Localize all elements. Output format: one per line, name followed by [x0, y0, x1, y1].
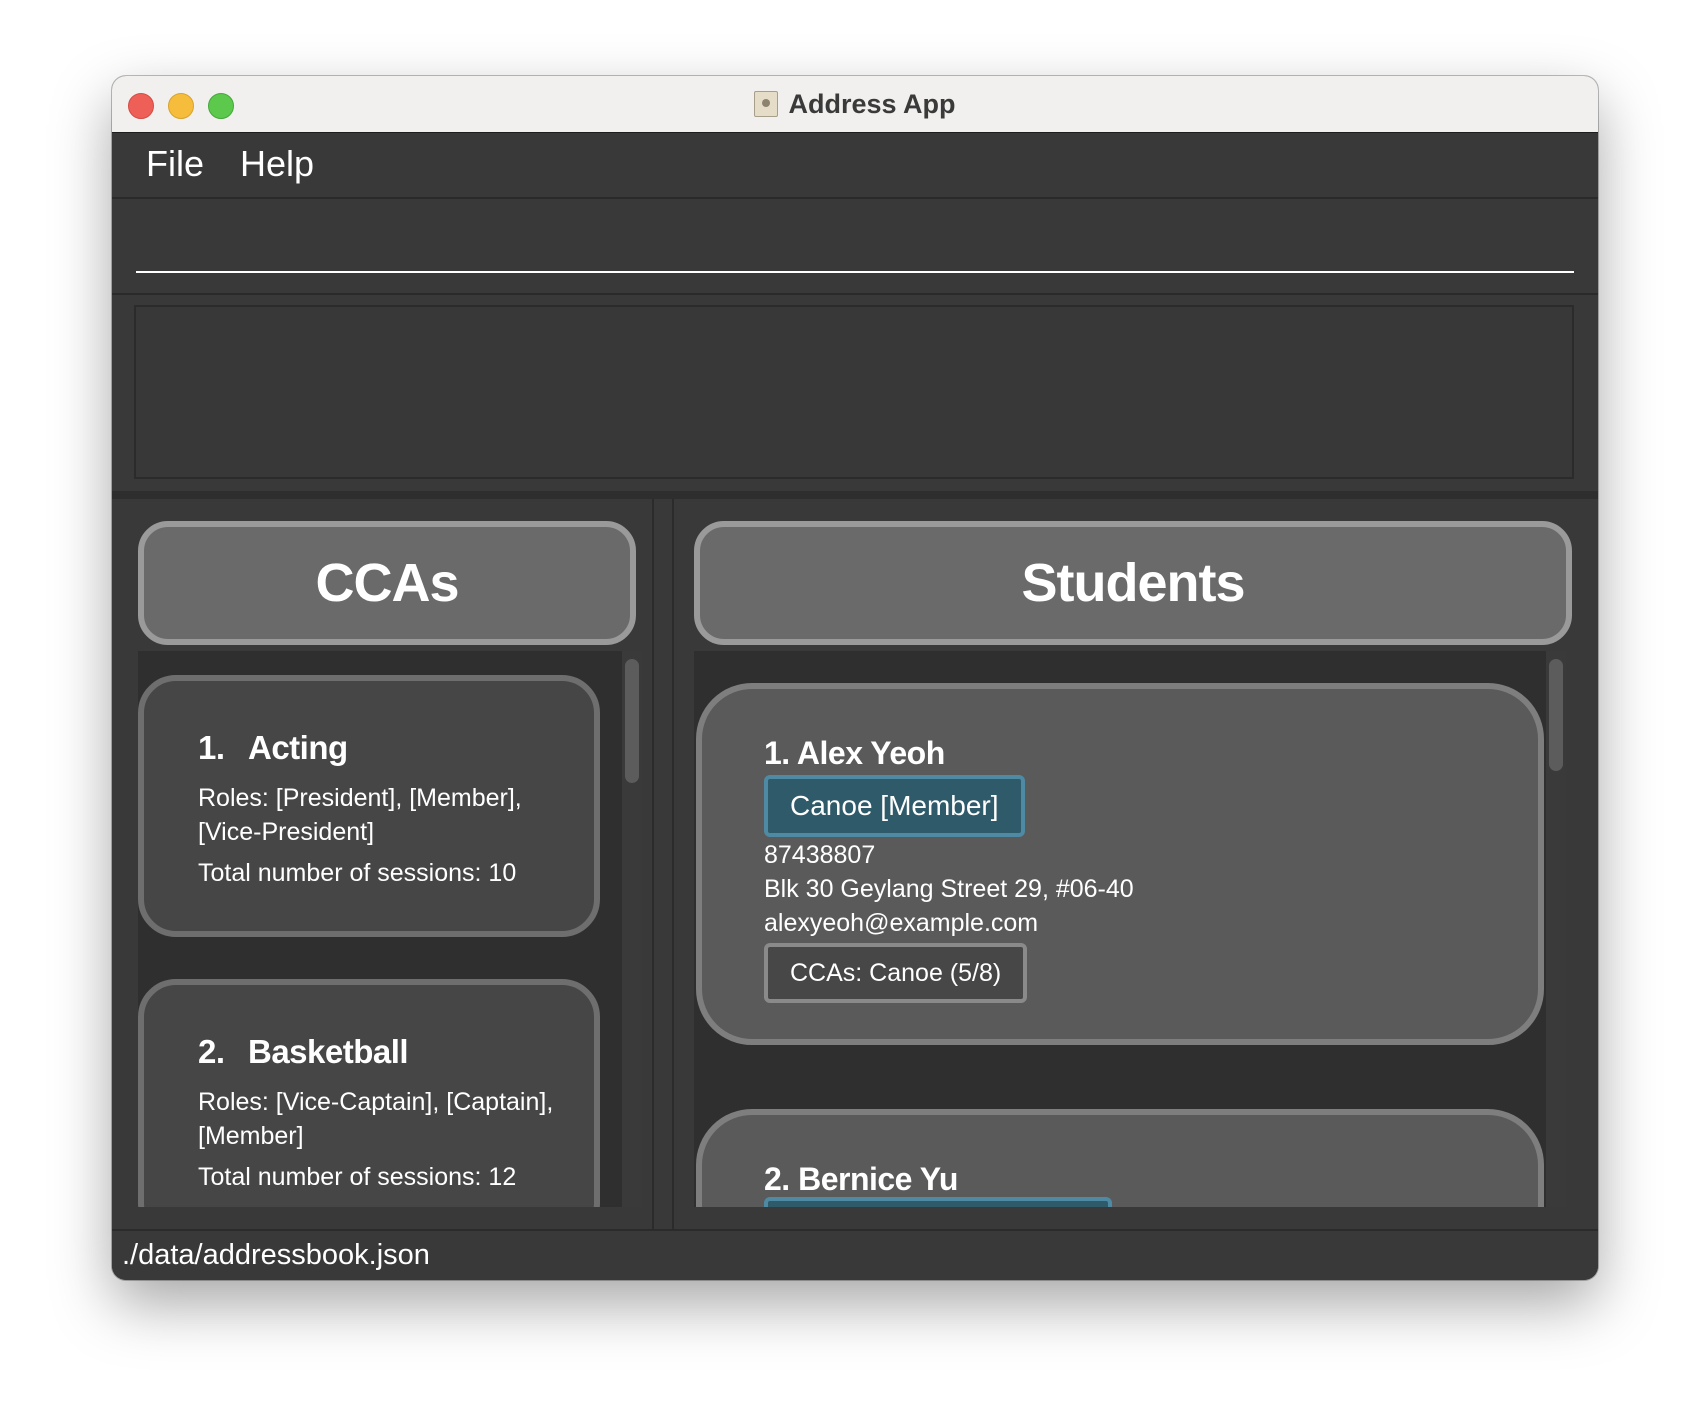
cca-index: 1. [198, 729, 225, 766]
cca-card[interactable]: 2. Basketball Roles: [Vice-Captain], [Cap… [138, 979, 600, 1207]
app-window: Address App File Help CCAs 1. Acting Role… [112, 76, 1598, 1280]
menu-help[interactable]: Help [240, 143, 314, 185]
role-tag: Canoe [Member] [764, 775, 1025, 837]
student-pane: Students 1. Alex Yeoh Canoe [Member] 874… [674, 499, 1594, 1229]
cca-sessions: Total number of sessions: 12 [198, 1163, 517, 1191]
command-input[interactable] [136, 213, 1574, 273]
student-scrollbar[interactable] [1546, 651, 1566, 1207]
cca-roles: Roles: [Vice-Captain], [Captain], [Membe… [198, 1088, 554, 1150]
split-pane-divider[interactable] [652, 499, 674, 1229]
cca-sessions: Total number of sessions: 10 [198, 859, 517, 887]
student-card[interactable]: 1. Alex Yeoh Canoe [Member] 87438807 Blk… [696, 683, 1544, 1045]
cca-title: 1. Acting [198, 729, 348, 767]
student-card[interactable]: 2. Bernice Yu [696, 1109, 1544, 1207]
attendance-tag: CCAs: Canoe (5/8) [764, 943, 1028, 1003]
cca-index: 2. [198, 1033, 225, 1070]
status-bar: ./data/addressbook.json [112, 1229, 1598, 1280]
cca-card[interactable]: 1. Acting Roles: [President], [Member], [… [138, 675, 600, 937]
student-list[interactable]: 1. Alex Yeoh Canoe [Member] 87438807 Blk… [694, 651, 1546, 1207]
section-divider [112, 491, 1598, 499]
cca-name: Basketball [248, 1033, 409, 1070]
result-display [134, 305, 1574, 479]
role-tag [764, 1197, 1112, 1207]
cca-list[interactable]: 1. Acting Roles: [President], [Member], [… [138, 651, 622, 1207]
student-email: alexyeoh@example.com [764, 909, 1039, 937]
cca-title: 2. Basketball [198, 1033, 409, 1071]
student-panel-header: Students [694, 521, 1572, 645]
address-book-icon [754, 91, 779, 117]
window-title: Address App [788, 88, 956, 119]
command-box [112, 199, 1598, 295]
cca-scrollbar[interactable] [622, 651, 642, 1207]
save-location: ./data/addressbook.json [122, 1239, 430, 1271]
cca-scroll-thumb[interactable] [625, 659, 639, 783]
cca-panel-header: CCAs [138, 521, 636, 645]
cca-pane: CCAs 1. Acting Roles: [President], [Membe… [116, 499, 652, 1229]
student-name: 1. Alex Yeoh [764, 735, 945, 771]
student-name: 2. Bernice Yu [764, 1161, 958, 1197]
student-phone: 87438807 [764, 841, 876, 869]
menu-bar: File Help [112, 133, 1598, 199]
window-title-group: Address App [112, 76, 1598, 132]
cca-name: Acting [248, 729, 348, 766]
student-address: Blk 30 Geylang Street 29, #06-40 [764, 875, 1134, 903]
student-scroll-thumb[interactable] [1549, 659, 1563, 771]
cca-roles: Roles: [President], [Member], [Vice-Pres… [198, 784, 522, 846]
title-bar: Address App [112, 76, 1598, 133]
menu-file[interactable]: File [146, 143, 204, 185]
